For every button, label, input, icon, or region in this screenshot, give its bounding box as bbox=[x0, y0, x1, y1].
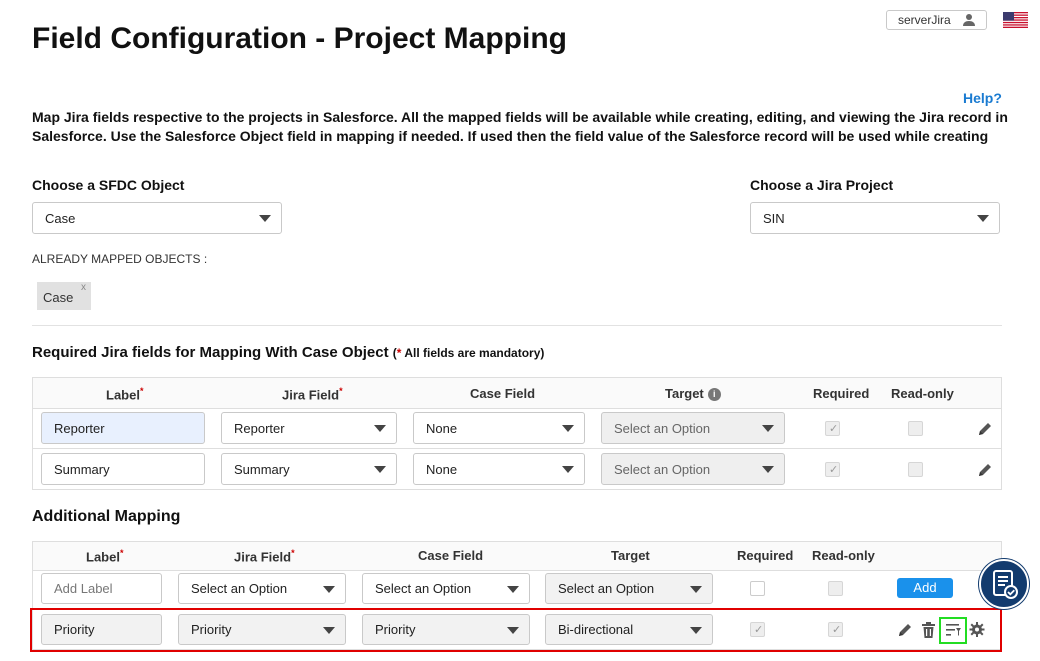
sfdc-object-select[interactable]: Case bbox=[32, 202, 282, 234]
chevron-down-icon bbox=[507, 585, 519, 593]
target-select: Select an Option bbox=[601, 453, 785, 485]
readonly-checkbox bbox=[908, 421, 923, 436]
mapped-object-chip[interactable]: Case x bbox=[37, 282, 91, 310]
jira-project-value: SIN bbox=[763, 210, 785, 226]
required-section-heading: Required Jira fields for Mapping With Ca… bbox=[32, 344, 544, 361]
col-readonly: Read-only bbox=[891, 386, 954, 401]
col-jira-field: Jira Field* bbox=[282, 386, 343, 403]
chevron-down-icon bbox=[374, 425, 386, 432]
chevron-down-icon bbox=[374, 466, 386, 473]
user-name: serverJira bbox=[898, 13, 951, 27]
user-icon bbox=[963, 14, 975, 26]
required-checkbox[interactable] bbox=[750, 581, 765, 596]
add-label-input[interactable]: Add Label bbox=[41, 573, 162, 604]
chevron-down-icon bbox=[323, 585, 335, 593]
required-heading-text: Required Jira fields for Mapping With Ca… bbox=[32, 344, 389, 361]
mandatory-note: (* All fields are mandatory) bbox=[392, 346, 545, 360]
additional-mapping-heading: Additional Mapping bbox=[32, 508, 181, 525]
col-jira-field: Jira Field* bbox=[234, 548, 295, 565]
chevron-down-icon bbox=[690, 585, 702, 593]
label-input[interactable]: Summary bbox=[41, 453, 205, 485]
chip-label: Case bbox=[43, 290, 74, 305]
page-title: Field Configuration - Project Mapping bbox=[32, 22, 567, 55]
pencil-icon[interactable] bbox=[977, 421, 993, 437]
col-label: Label* bbox=[106, 386, 144, 403]
jira-project-select[interactable]: SIN bbox=[750, 202, 1000, 234]
target-select[interactable]: Select an Option bbox=[545, 573, 713, 604]
chevron-down-icon bbox=[259, 215, 271, 222]
us-flag-icon[interactable] bbox=[1003, 12, 1028, 28]
readonly-checkbox bbox=[908, 462, 923, 477]
col-required: Required bbox=[737, 548, 794, 563]
required-checkbox: ✓ bbox=[825, 421, 840, 436]
chevron-down-icon bbox=[562, 425, 574, 432]
col-readonly: Read-only bbox=[812, 548, 875, 563]
label-input[interactable]: Reporter bbox=[41, 412, 205, 444]
sfdc-object-value: Case bbox=[45, 210, 76, 226]
chevron-down-icon bbox=[977, 215, 989, 222]
highlight-box-red bbox=[30, 608, 1002, 652]
help-link[interactable]: Help? bbox=[963, 90, 1002, 106]
pencil-icon[interactable] bbox=[977, 462, 993, 478]
document-check-icon bbox=[993, 570, 1018, 599]
jira-field-select[interactable]: Reporter bbox=[221, 412, 397, 444]
col-required: Required bbox=[813, 386, 870, 401]
info-icon[interactable]: i bbox=[707, 388, 721, 402]
close-icon[interactable]: x bbox=[81, 282, 86, 293]
case-field-select[interactable]: None bbox=[413, 453, 585, 485]
case-field-select[interactable]: Select an Option bbox=[362, 573, 530, 604]
add-button[interactable]: Add bbox=[897, 578, 953, 598]
jira-field-select[interactable]: Select an Option bbox=[178, 573, 346, 604]
sfdc-object-label: Choose a SFDC Object bbox=[32, 177, 185, 193]
required-checkbox: ✓ bbox=[825, 462, 840, 477]
case-field-select[interactable]: None bbox=[413, 412, 585, 444]
user-badge[interactable]: serverJira bbox=[886, 10, 987, 30]
chevron-down-icon bbox=[762, 425, 774, 432]
target-select: Select an Option bbox=[601, 412, 785, 444]
divider bbox=[32, 325, 1002, 326]
already-mapped-label: ALREADY MAPPED OBJECTS : bbox=[32, 252, 208, 266]
chevron-down-icon bbox=[562, 466, 574, 473]
jira-field-select[interactable]: Summary bbox=[221, 453, 397, 485]
col-target: Target bbox=[611, 548, 650, 563]
highlight-box-green bbox=[939, 617, 967, 644]
readonly-checkbox bbox=[828, 581, 843, 596]
col-target: Target i bbox=[665, 386, 721, 402]
jira-project-label: Choose a Jira Project bbox=[750, 177, 894, 193]
col-label: Label* bbox=[86, 548, 124, 565]
page-description: Map Jira fields respective to the projec… bbox=[32, 109, 1008, 144]
col-case-field: Case Field bbox=[470, 386, 536, 401]
chevron-down-icon bbox=[762, 466, 774, 473]
floating-action-button[interactable] bbox=[979, 559, 1029, 609]
col-case-field: Case Field bbox=[418, 548, 484, 563]
